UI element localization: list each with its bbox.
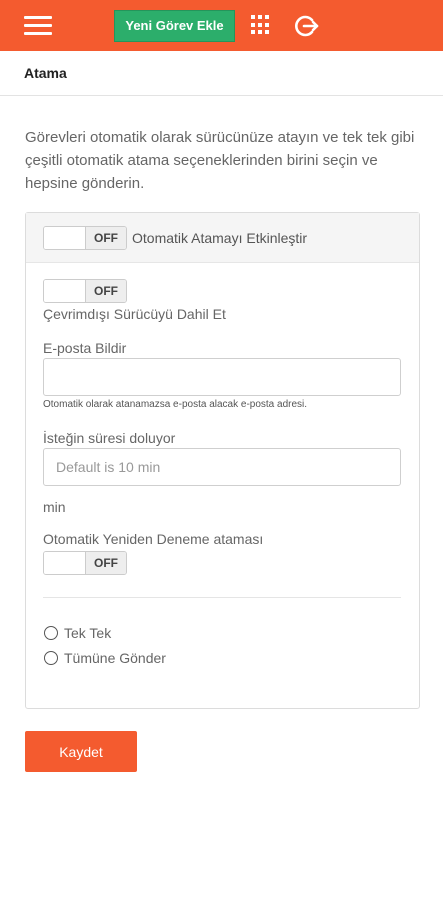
offline-driver-toggle-state: OFF bbox=[85, 280, 126, 302]
assignment-settings-panel: OFF Otomatik Atamayı Etkinleştir OFF Çev… bbox=[25, 212, 420, 709]
auto-assign-label: Otomatik Atamayı Etkinleştir bbox=[132, 230, 308, 246]
radio-button[interactable] bbox=[44, 626, 58, 640]
request-expiry-label: İsteğin süresi doluyor bbox=[43, 430, 176, 446]
offline-driver-label: Çevrimdışı Sürücüyü Dahil Et bbox=[43, 306, 226, 322]
top-navigation-bar: Yeni Görev Ekle bbox=[0, 0, 443, 51]
option-label: Tek Tek bbox=[64, 625, 112, 641]
auto-assign-toggle[interactable]: OFF bbox=[43, 226, 127, 250]
radio-button[interactable] bbox=[44, 651, 58, 665]
auto-retry-toggle[interactable]: OFF bbox=[43, 551, 127, 575]
intro-text: Görevleri otomatik olarak sürücünüze ata… bbox=[25, 129, 415, 192]
email-help-text: Otomatik olarak atanamazsa e-posta alaca… bbox=[43, 399, 308, 410]
grid-apps-icon[interactable] bbox=[251, 15, 271, 35]
request-expiry-input[interactable] bbox=[43, 448, 401, 486]
email-field[interactable] bbox=[43, 358, 401, 396]
panel-header: OFF Otomatik Atamayı Etkinleştir bbox=[26, 213, 419, 263]
add-new-task-button[interactable]: Yeni Görev Ekle bbox=[114, 10, 235, 42]
option-send-to-all[interactable]: Tümüne Gönder bbox=[44, 649, 166, 667]
section-divider bbox=[43, 597, 401, 598]
option-one-by-one[interactable]: Tek Tek bbox=[44, 624, 111, 642]
page-title: Atama bbox=[24, 65, 67, 81]
title-divider bbox=[0, 95, 443, 96]
save-button[interactable]: Kaydet bbox=[25, 731, 137, 772]
option-label: Tümüne Gönder bbox=[64, 650, 166, 666]
request-expiry-unit: min bbox=[43, 499, 66, 515]
logout-icon[interactable] bbox=[292, 12, 320, 40]
offline-driver-toggle[interactable]: OFF bbox=[43, 279, 127, 303]
email-notify-label: E-posta Bildir bbox=[43, 340, 127, 356]
auto-retry-toggle-state: OFF bbox=[85, 552, 126, 574]
auto-assign-toggle-state: OFF bbox=[85, 227, 126, 249]
hamburger-menu-icon[interactable] bbox=[24, 16, 52, 36]
auto-retry-label: Otomatik Yeniden Deneme ataması bbox=[43, 531, 264, 547]
